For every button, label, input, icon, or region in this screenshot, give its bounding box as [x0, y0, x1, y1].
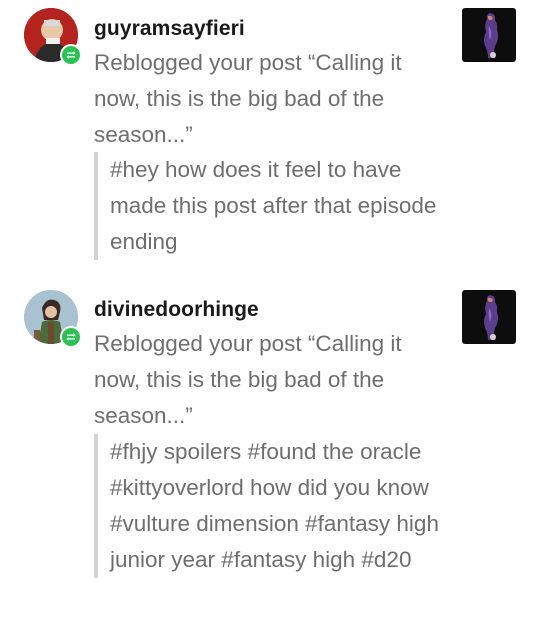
- badge-background: [62, 328, 80, 346]
- notification-item[interactable]: divinedoorhinge Reblogged your post “Cal…: [0, 280, 540, 624]
- username[interactable]: guyramsayfieri: [94, 17, 245, 41]
- post-thumbnail-image: [462, 8, 516, 62]
- reblog-icon: [66, 333, 76, 341]
- post-tags: #hey how does it feel to have made this …: [94, 152, 444, 260]
- post-tags: #fhjy spoilers #found the oracle #kittyo…: [94, 434, 444, 578]
- post-thumbnail-image: [462, 290, 516, 344]
- badge-background: [62, 46, 80, 64]
- reblog-icon: [66, 51, 76, 59]
- reblog-badge: [60, 326, 82, 348]
- post-thumbnail[interactable]: [462, 290, 516, 344]
- notification-item[interactable]: guyramsayfieri Reblogged your post “Call…: [0, 0, 540, 280]
- notification-message: Reblogged your post “Calling it now, thi…: [94, 50, 402, 147]
- username[interactable]: divinedoorhinge: [94, 298, 259, 322]
- avatar[interactable]: [24, 290, 82, 348]
- reblog-badge: [60, 44, 82, 66]
- notification-message: Reblogged your post “Calling it now, thi…: [94, 331, 402, 428]
- avatar[interactable]: [24, 8, 82, 66]
- post-thumbnail[interactable]: [462, 8, 516, 62]
